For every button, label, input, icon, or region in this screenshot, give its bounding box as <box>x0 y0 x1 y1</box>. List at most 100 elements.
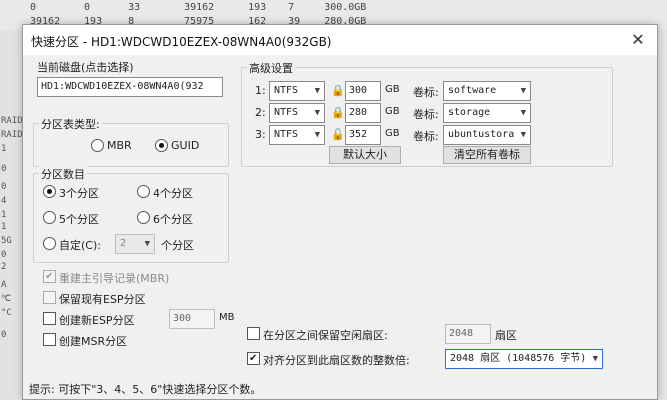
row-index-label: 2: <box>255 106 266 119</box>
current-disk-field[interactable]: HD1:WDCWD10EZEX-08WN4A0(932 <box>37 77 223 97</box>
bg-text: 0 <box>1 330 7 340</box>
close-icon[interactable]: ✕ <box>629 31 647 49</box>
fs-select-3[interactable]: NTFS ▼ <box>269 125 325 145</box>
size-field-3[interactable]: 352 <box>345 125 381 145</box>
chevron-down-icon: ▼ <box>314 130 320 140</box>
keep-free-sectors-checkbox[interactable] <box>247 327 260 340</box>
bg-text: A <box>1 280 7 290</box>
bg-text: 5G <box>1 236 12 246</box>
three-partitions-label: 3个分区 <box>59 187 99 200</box>
table-cell: 7 <box>288 2 295 13</box>
quick-partition-dialog: 快速分区 - HD1:WDCWD10EZEX-08WN4A0(932GB) ✕ … <box>22 24 658 400</box>
bg-text: RAID <box>1 116 23 126</box>
bg-text: 1 <box>1 210 7 220</box>
hint-text: 提示: 可按下"3、4、5、6"快速选择分区个数。 <box>29 383 262 396</box>
volume-value-2: storage <box>448 107 491 118</box>
mbr-radio[interactable] <box>91 139 104 152</box>
row-index-label: 1: <box>255 84 266 97</box>
create-esp-checkbox[interactable] <box>43 312 56 325</box>
custom-partitions-label: 自定(C): <box>59 239 101 252</box>
custom-partitions-suffix: 个分区 <box>161 239 194 252</box>
align-sectors-select[interactable]: 2048 扇区 (1048576 字节) ▼ <box>445 349 603 369</box>
chevron-down-icon: ▼ <box>592 354 598 364</box>
partition-table-label: 分区表类型: <box>39 116 102 132</box>
rebuild-mbr-label: 重建主引导记录(MBR) <box>59 272 170 285</box>
keep-free-sectors-label: 在分区之间保留空闲扇区: <box>263 329 388 342</box>
custom-partitions-radio[interactable] <box>43 237 56 250</box>
current-disk-label: 当前磁盘(点击选择) <box>37 61 134 74</box>
esp-size-field[interactable]: 300 <box>169 309 215 329</box>
align-partitions-checkbox[interactable] <box>247 352 260 365</box>
custom-partitions-select[interactable]: 2 ▼ <box>115 234 155 254</box>
chevron-down-icon: ▼ <box>520 86 526 96</box>
rebuild-mbr-checkbox[interactable] <box>43 270 56 283</box>
table-row: 0 0 33 39162 193 7 300.0GB <box>30 2 366 13</box>
lock-icon[interactable]: 🔒 <box>331 106 345 120</box>
fs-value-2: NTFS <box>274 107 299 118</box>
bg-text: °C <box>1 308 12 318</box>
chevron-down-icon: ▼ <box>520 130 526 140</box>
align-sectors-value: 2048 扇区 (1048576 字节) <box>450 353 587 364</box>
background-left-panel: RAID RAID 1 0 0 4 1 1 5G 0 2 A ℃ °C 0 <box>0 30 23 400</box>
fs-select-2[interactable]: NTFS ▼ <box>269 103 325 123</box>
table-cell: 33 <box>128 2 141 13</box>
volume-label-caption-3: 卷标: <box>413 130 439 143</box>
five-partitions-radio[interactable] <box>43 211 56 224</box>
table-cell: 193 <box>248 2 267 13</box>
mbr-radio-label: MBR <box>107 139 132 152</box>
size-unit-1: GB <box>385 84 400 95</box>
volume-value-1: software <box>448 85 497 96</box>
background-right-edge <box>657 30 667 400</box>
volume-select-1[interactable]: software ▼ <box>443 81 531 101</box>
three-partitions-radio[interactable] <box>43 185 56 198</box>
keep-esp-checkbox[interactable] <box>43 291 56 304</box>
keep-free-sectors-unit: 扇区 <box>495 329 517 342</box>
chevron-down-icon: ▼ <box>314 86 320 96</box>
six-partitions-radio[interactable] <box>137 211 150 224</box>
table-cell: 300.0GB <box>324 2 367 13</box>
keep-free-sectors-field[interactable]: 2048 <box>445 324 491 344</box>
volume-select-2[interactable]: storage ▼ <box>443 103 531 123</box>
table-cell: 0 <box>30 2 37 13</box>
title-bar[interactable]: 快速分区 - HD1:WDCWD10EZEX-08WN4A0(932GB) ✕ <box>23 25 657 55</box>
size-field-2[interactable]: 280 <box>345 103 381 123</box>
row-index-label: 3: <box>255 128 266 141</box>
fs-value-3: NTFS <box>274 129 299 140</box>
volume-select-3[interactable]: ubuntustora ▼ <box>443 125 531 145</box>
four-partitions-label: 4个分区 <box>153 187 193 200</box>
custom-partitions-value: 2 <box>120 238 127 249</box>
guid-radio-label: GUID <box>171 139 200 152</box>
unlock-icon[interactable]: 🔓 <box>331 128 345 142</box>
size-field-1[interactable]: 300 <box>345 81 381 101</box>
create-esp-label: 创建新ESP分区 <box>59 314 135 327</box>
table-cell: 39162 <box>184 2 215 13</box>
guid-radio[interactable] <box>155 139 168 152</box>
chevron-down-icon: ▼ <box>520 108 526 118</box>
align-partitions-label: 对齐分区到此扇区数的整数倍: <box>263 354 410 367</box>
six-partitions-label: 6个分区 <box>153 213 193 226</box>
volume-label-caption-1: 卷标: <box>413 86 439 99</box>
chevron-down-icon: ▼ <box>314 108 320 118</box>
clear-labels-button[interactable]: 清空所有卷标 <box>443 146 531 164</box>
chevron-down-icon: ▼ <box>144 239 150 249</box>
create-msr-checkbox[interactable] <box>43 333 56 346</box>
bg-text: 0 <box>1 182 7 192</box>
volume-value-3: ubuntustora <box>448 129 515 140</box>
lock-icon[interactable]: 🔒 <box>331 84 345 98</box>
default-size-button[interactable]: 默认大小 <box>329 146 401 164</box>
partition-count-label: 分区数目 <box>39 166 87 182</box>
volume-label-caption-2: 卷标: <box>413 108 439 121</box>
create-msr-label: 创建MSR分区 <box>59 335 128 348</box>
dialog-title: 快速分区 - HD1:WDCWD10EZEX-08WN4A0(932GB) <box>31 35 332 49</box>
bg-text: 0 <box>1 250 7 260</box>
keep-esp-label: 保留现有ESP分区 <box>59 293 146 306</box>
bg-text: ℃ <box>1 294 12 304</box>
four-partitions-radio[interactable] <box>137 185 150 198</box>
fs-select-1[interactable]: NTFS ▼ <box>269 81 325 101</box>
bg-text: 2 <box>1 262 7 272</box>
bg-text: 1 <box>1 222 7 232</box>
five-partitions-label: 5个分区 <box>59 213 99 226</box>
size-unit-3: GB <box>385 128 400 139</box>
esp-unit-label: MB <box>219 312 235 323</box>
bg-text: 0 <box>1 164 7 174</box>
